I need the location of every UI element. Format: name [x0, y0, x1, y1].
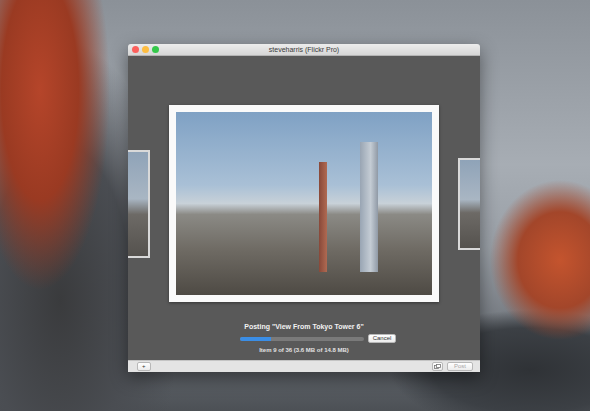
- window-controls: [132, 46, 159, 53]
- desktop: steveharris (Flickr Pro) Posting "View Fr…: [0, 0, 590, 411]
- cancel-button[interactable]: Cancel: [368, 334, 397, 343]
- photo-carousel: [128, 105, 480, 302]
- bottom-bar: + Post: [128, 360, 480, 372]
- next-photo[interactable]: [458, 158, 480, 250]
- title-bar[interactable]: steveharris (Flickr Pro): [128, 44, 480, 56]
- progress-fill: [240, 337, 271, 341]
- content: Posting "View From Tokyo Tower 6" Cancel I…: [128, 56, 480, 360]
- minimize-button[interactable]: [142, 46, 149, 53]
- current-photo-frame: [169, 105, 439, 302]
- stack-icon: [434, 364, 441, 369]
- window-title: steveharris (Flickr Pro): [269, 45, 339, 54]
- progress-text: Item 9 of 36 (3.6 MB of 14.8 MB): [259, 346, 349, 354]
- bottom-actions: Post: [432, 362, 473, 371]
- uploader-window: steveharris (Flickr Pro) Posting "View Fr…: [128, 44, 480, 372]
- progress-row: Cancel: [240, 334, 397, 343]
- previous-photo[interactable]: [128, 150, 150, 258]
- add-button[interactable]: +: [137, 362, 151, 371]
- current-photo: [176, 112, 432, 295]
- close-button[interactable]: [132, 46, 139, 53]
- zoom-button[interactable]: [152, 46, 159, 53]
- collection-button[interactable]: [432, 362, 443, 371]
- posting-status: Posting "View From Tokyo Tower 6": [244, 322, 363, 331]
- post-button[interactable]: Post: [447, 362, 473, 371]
- progress-bar: [240, 337, 364, 341]
